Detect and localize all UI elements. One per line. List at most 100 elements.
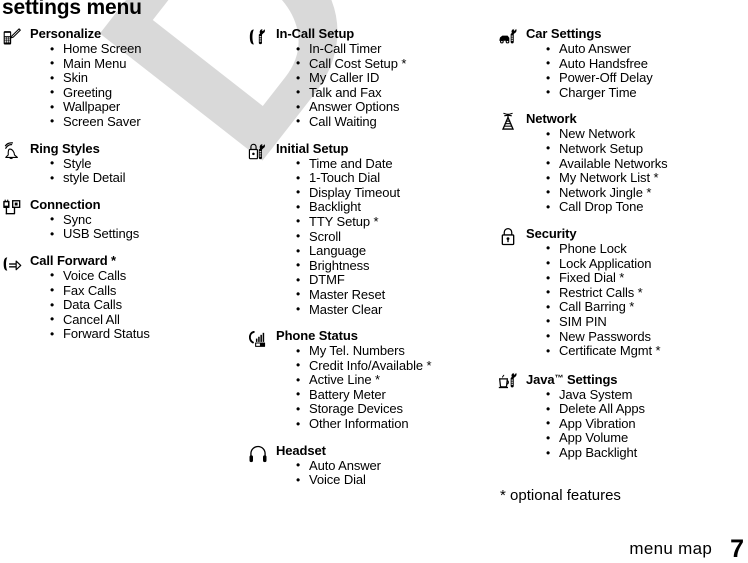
- menu-group-body: Car SettingsAuto AnswerAuto HandsfreePow…: [526, 26, 748, 100]
- menu-item[interactable]: My Network List *: [546, 171, 748, 186]
- menu-item[interactable]: Fax Calls: [50, 283, 246, 299]
- menu-item[interactable]: Skin: [50, 71, 246, 86]
- menu-item[interactable]: Lock Application: [546, 256, 748, 272]
- menu-item-list: Home ScreenMain MenuSkinGreetingWallpape…: [30, 41, 246, 130]
- menu-item[interactable]: Scroll: [296, 229, 496, 245]
- ringing-bell-icon: [0, 141, 30, 186]
- menu-item-list: Java SystemDelete All AppsApp VibrationA…: [526, 387, 748, 461]
- menu-group-title[interactable]: In-Call Setup: [276, 26, 496, 42]
- menu-item[interactable]: Auto Handsfree: [546, 56, 748, 72]
- coffee-cup-wrench-icon: [496, 370, 526, 461]
- menu-group: In-Call SetupIn-Call TimerCall Cost Setu…: [246, 26, 496, 130]
- menu-item[interactable]: New Passwords: [546, 329, 748, 345]
- menu-item[interactable]: Screen Saver: [50, 114, 246, 130]
- menu-item[interactable]: Auto Answer: [296, 458, 496, 474]
- menu-item[interactable]: SIM PIN: [546, 314, 748, 330]
- menu-group-title[interactable]: Ring Styles: [30, 141, 246, 157]
- menu-group-title[interactable]: Headset: [276, 443, 496, 459]
- menu-item[interactable]: Charger Time: [546, 85, 748, 101]
- menu-item[interactable]: Other Information: [296, 416, 496, 432]
- menu-item[interactable]: My Tel. Numbers: [296, 343, 496, 359]
- menu-item[interactable]: style Detail: [50, 171, 246, 186]
- menu-item[interactable]: Power-Off Delay: [546, 71, 748, 86]
- menu-group-title[interactable]: Phone Status: [276, 328, 496, 344]
- menu-item[interactable]: Greeting: [50, 85, 246, 101]
- menu-item-list: My Tel. NumbersCredit Info/Available *Ac…: [276, 343, 496, 432]
- menu-group: Call Forward *Voice CallsFax CallsData C…: [0, 253, 246, 342]
- menu-item[interactable]: Home Screen: [50, 41, 246, 57]
- menu-item[interactable]: Master Clear: [296, 302, 496, 318]
- menu-item-list: In-Call TimerCall Cost Setup *My Caller …: [276, 41, 496, 130]
- menu-item[interactable]: Backlight: [296, 200, 496, 215]
- menu-item[interactable]: Call Waiting: [296, 114, 496, 130]
- menu-item[interactable]: Java System: [546, 387, 748, 403]
- menu-group-title[interactable]: Connection: [30, 197, 246, 213]
- menu-item[interactable]: Wallpaper: [50, 100, 246, 115]
- menu-item[interactable]: Certificate Mgmt *: [546, 343, 748, 359]
- menu-group-title[interactable]: Car Settings: [526, 26, 748, 42]
- menu-group-title[interactable]: Network: [526, 111, 748, 127]
- menu-item[interactable]: Active Line *: [296, 373, 496, 388]
- menu-item[interactable]: Call Cost Setup *: [296, 56, 496, 72]
- optional-features-footnote: * optional features: [500, 487, 621, 504]
- menu-item[interactable]: Network Setup: [546, 141, 748, 157]
- menu-item[interactable]: App Volume: [546, 431, 748, 446]
- menu-item-list: New NetworkNetwork SetupAvailable Networ…: [526, 127, 748, 215]
- menu-item[interactable]: Call Drop Tone: [546, 200, 748, 215]
- menu-item[interactable]: Master Reset: [296, 287, 496, 303]
- menu-item[interactable]: Sync: [50, 212, 246, 228]
- menu-item[interactable]: Display Timeout: [296, 185, 496, 201]
- menu-item[interactable]: Voice Calls: [50, 268, 246, 284]
- menu-item[interactable]: Voice Dial: [296, 473, 496, 488]
- menu-group: ConnectionSyncUSB Settings: [0, 197, 246, 242]
- menu-item[interactable]: TTY Setup *: [296, 214, 496, 230]
- menu-item[interactable]: New Network: [546, 127, 748, 142]
- menu-item[interactable]: Talk and Fax: [296, 85, 496, 101]
- menu-item[interactable]: Auto Answer: [546, 41, 748, 57]
- menu-item[interactable]: App Backlight: [546, 445, 748, 461]
- menu-item[interactable]: My Caller ID: [296, 71, 496, 86]
- menu-item[interactable]: DTMF: [296, 273, 496, 288]
- menu-item[interactable]: Call Barring *: [546, 300, 748, 315]
- menu-group-title[interactable]: Call Forward *: [30, 253, 246, 269]
- padlock-icon: [496, 226, 526, 359]
- menu-item[interactable]: Brightness: [296, 258, 496, 274]
- menu-item[interactable]: Phone Lock: [546, 241, 748, 257]
- menu-item-list: Voice CallsFax CallsData CallsCancel All…: [30, 268, 246, 342]
- menu-item[interactable]: Time and Date: [296, 156, 496, 172]
- menu-item[interactable]: Network Jingle *: [546, 185, 748, 201]
- menu-group-title[interactable]: Java™ Settings: [526, 370, 748, 388]
- menu-item[interactable]: Data Calls: [50, 298, 246, 313]
- menu-item[interactable]: Language: [296, 244, 496, 259]
- menu-column: Car SettingsAuto AnswerAuto HandsfreePow…: [496, 26, 748, 526]
- menu-group: Java™ SettingsJava SystemDelete All Apps…: [496, 370, 748, 461]
- menu-item[interactable]: Style: [50, 156, 246, 172]
- car-wrench-icon: [496, 26, 526, 100]
- menu-item[interactable]: Main Menu: [50, 56, 246, 72]
- menu-group: Initial SetupTime and Date1-Touch DialDi…: [246, 141, 496, 318]
- menu-item[interactable]: Delete All Apps: [546, 402, 748, 417]
- handset-wrench-icon: [246, 26, 276, 130]
- menu-item[interactable]: Forward Status: [50, 327, 246, 342]
- menu-item[interactable]: In-Call Timer: [296, 41, 496, 57]
- menu-group-title[interactable]: Initial Setup: [276, 141, 496, 157]
- menu-item[interactable]: Battery Meter: [296, 387, 496, 403]
- menu-item-list: Phone LockLock ApplicationFixed Dial *Re…: [526, 241, 748, 359]
- menu-group: Phone StatusMy Tel. NumbersCredit Info/A…: [246, 328, 496, 432]
- menu-group-title[interactable]: Security: [526, 226, 748, 242]
- menu-item[interactable]: Restrict Calls *: [546, 285, 748, 301]
- plug-connector-icon: [0, 197, 30, 242]
- menu-item[interactable]: Credit Info/Available *: [296, 358, 496, 374]
- menu-item[interactable]: Available Networks: [546, 156, 748, 172]
- menu-item[interactable]: Fixed Dial *: [546, 271, 748, 286]
- headset-icon: [246, 443, 276, 488]
- menu-item[interactable]: Cancel All: [50, 312, 246, 328]
- menu-item[interactable]: USB Settings: [50, 227, 246, 242]
- menu-group-title[interactable]: Personalize: [30, 26, 246, 42]
- menu-item[interactable]: App Vibration: [546, 416, 748, 432]
- menu-item-list: SyncUSB Settings: [30, 212, 246, 242]
- menu-item[interactable]: Answer Options: [296, 100, 496, 115]
- footer-section-label: menu map: [629, 539, 713, 558]
- menu-item[interactable]: Storage Devices: [296, 402, 496, 417]
- menu-item[interactable]: 1-Touch Dial: [296, 171, 496, 186]
